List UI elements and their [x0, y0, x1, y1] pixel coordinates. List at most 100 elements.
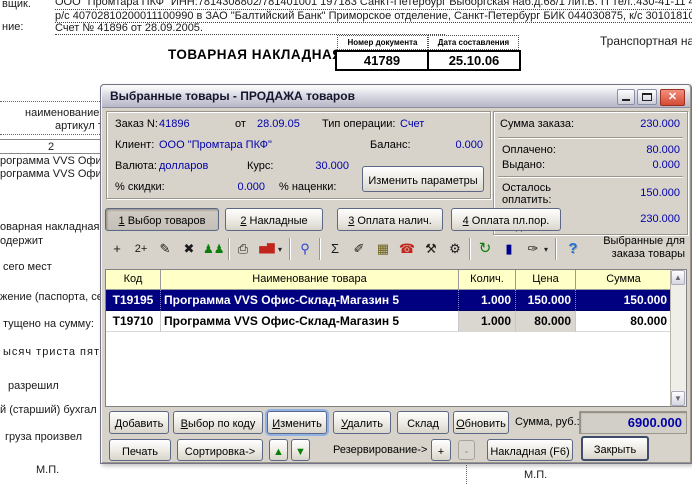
column-header-qty[interactable]: Колич.	[459, 270, 516, 290]
add-item-icon[interactable]: +	[107, 238, 127, 260]
cell-name: Программа VVS Офис-Склад-Магазин 5	[161, 311, 459, 332]
edit-note-icon[interactable]: ✐	[349, 238, 369, 260]
client-label: Клиент:	[115, 139, 154, 151]
add-document-icon[interactable]: 2+	[131, 238, 151, 260]
tab-waybills[interactable]: 2 Накладные	[225, 208, 323, 231]
table-header-row: Код Наименование товара Колич. Цена Сумм…	[106, 270, 686, 290]
sum-icon[interactable]: Σ	[325, 238, 345, 260]
client-value: ООО "Промтара ПКФ"	[159, 139, 272, 151]
move-up-button[interactable]: ▲	[269, 439, 288, 461]
service-icon[interactable]: ⚙	[445, 238, 465, 260]
table-row[interactable]: T19195 Программа VVS Офис-Склад-Магазин …	[106, 290, 686, 311]
reserve-minus-button[interactable]: -	[458, 440, 475, 460]
scroll-up-icon[interactable]: ▲	[671, 270, 685, 285]
left-pay-value: 150.000	[602, 187, 680, 199]
stock-figures-icon[interactable]: ♟♟	[203, 238, 223, 260]
fill-icon[interactable]: ✑	[523, 238, 543, 260]
order-no-value: 41896	[159, 118, 190, 130]
scroll-down-icon[interactable]: ▼	[671, 391, 685, 406]
waybill-button[interactable]: Накладная (F6)	[487, 439, 573, 461]
move-down-button[interactable]: ▼	[291, 439, 310, 461]
cell-price: 80.000	[516, 311, 576, 332]
toolbar-separator	[469, 238, 471, 260]
left-pay-label-1: Осталось	[502, 182, 551, 194]
order-sum-value: 230.000	[602, 118, 680, 130]
doc-fragment: артикул т	[55, 120, 103, 132]
doc-fragment: разрешил	[8, 380, 59, 392]
warehouse-button[interactable]: Склад	[397, 411, 449, 434]
divider	[0, 134, 100, 135]
discount-label: % скидки:	[115, 181, 165, 193]
rate-value: 30.000	[287, 160, 349, 172]
doc-fragment: тущено на сумму:	[3, 318, 94, 330]
document-icon[interactable]: ▮	[499, 238, 519, 260]
close-dialog-button[interactable]: Закрыть	[581, 436, 649, 461]
op-type-value: Счет	[400, 118, 424, 130]
close-icon: ✕	[668, 91, 677, 103]
left-pay-label-2: оплатить:	[502, 194, 551, 206]
close-button[interactable]: ✕	[660, 89, 685, 106]
toolbar-caption: Выбранные для заказа товары	[573, 235, 685, 261]
goods-table: Код Наименование товара Колич. Цена Сумм…	[105, 269, 687, 407]
change-params-button[interactable]: Изменить параметры	[362, 166, 484, 192]
column-header-sum[interactable]: Сумма	[576, 270, 672, 290]
issued-label: Выдано:	[502, 159, 545, 171]
phone-icon[interactable]: ☎	[397, 238, 417, 260]
doc-number-value: 41789	[337, 52, 427, 69]
tab-label: Выбор товаров	[125, 215, 206, 227]
delete-button[interactable]: Удалить	[333, 411, 391, 434]
supplier-label-fragment: вщик.	[2, 0, 31, 10]
sort-button[interactable]: Сортировка->	[177, 439, 263, 461]
minimize-button[interactable]	[617, 89, 635, 105]
refresh-icon[interactable]: ↻	[475, 238, 495, 260]
doc-fragment: 2	[48, 141, 54, 153]
edit-button[interactable]: Изменить	[267, 411, 327, 434]
maximize-button[interactable]	[637, 89, 657, 105]
divider	[498, 137, 683, 139]
chart-icon[interactable]: ▅▇	[257, 238, 277, 260]
tab-goods-selection[interactable]: 1 Выбор товаров	[105, 208, 219, 231]
table-scrollbar[interactable]: ▲ ▼	[670, 270, 686, 406]
doc-fragment: рограмма VVS Офи	[0, 155, 102, 167]
tab-bank-payment[interactable]: 4 Оплата пл.пор.	[451, 208, 561, 231]
divider	[498, 176, 683, 178]
tab-label: Оплата пл.пор.	[469, 215, 550, 227]
chart-dropdown-caret[interactable]: ▾	[278, 245, 287, 255]
table-row[interactable]: T19710 Программа VVS Офис-Склад-Магазин …	[106, 311, 686, 332]
print-icon[interactable]: ⎙	[233, 238, 253, 260]
properties-icon[interactable]: ✎	[155, 238, 175, 260]
doc-number-box: 41789 25.10.06	[335, 50, 521, 71]
add-button[interactable]: Добавить	[109, 411, 169, 434]
doc-fragment: груза произвел	[5, 431, 82, 443]
fill-dropdown-caret[interactable]: ▾	[544, 245, 553, 255]
doc-fragment: рограмма VVS Офи	[0, 168, 102, 180]
doc-number-label: Номер документа	[337, 35, 428, 50]
doc-fragment: сего мест	[3, 261, 52, 273]
reserve-plus-button[interactable]: +	[431, 439, 451, 461]
reservation-label: Резервирование->	[333, 444, 427, 456]
toolbar-separator	[289, 238, 291, 260]
cell-qty: 1.000	[459, 311, 516, 332]
doc-fragment: й (старший) бухгал	[0, 404, 97, 416]
divider	[466, 462, 467, 484]
preview-icon[interactable]: ⚲	[295, 238, 315, 260]
tab-cash-payment[interactable]: 3 Оплата налич.	[337, 208, 443, 231]
stamp-place-right: М.П.	[524, 469, 547, 481]
select-by-code-button[interactable]: Выбор по коду	[173, 411, 263, 434]
delete-icon[interactable]: ✖	[179, 238, 199, 260]
print-button[interactable]: Печать	[109, 439, 171, 461]
balance-value: 0.000	[417, 139, 483, 151]
doc-date-label: Дата составления	[428, 35, 519, 50]
abacus-icon[interactable]: ▦	[373, 238, 393, 260]
balance-label: Баланс:	[370, 139, 411, 151]
stamp-place-left: М.П.	[36, 464, 59, 476]
column-header-price[interactable]: Цена	[516, 270, 576, 290]
dialog-titlebar[interactable]: Выбранные товары - ПРОДАЖА товаров ✕	[102, 86, 690, 108]
column-header-code[interactable]: Код	[106, 270, 161, 290]
toolbar-separator	[319, 238, 321, 260]
doc-fragment: оварная накладная	[0, 221, 100, 233]
column-header-name[interactable]: Наименование товара	[161, 270, 459, 290]
left-issue-value: 230.000	[602, 213, 680, 225]
refresh-button[interactable]: Обновить	[453, 411, 509, 434]
tools-icon[interactable]: ⚒	[421, 238, 441, 260]
